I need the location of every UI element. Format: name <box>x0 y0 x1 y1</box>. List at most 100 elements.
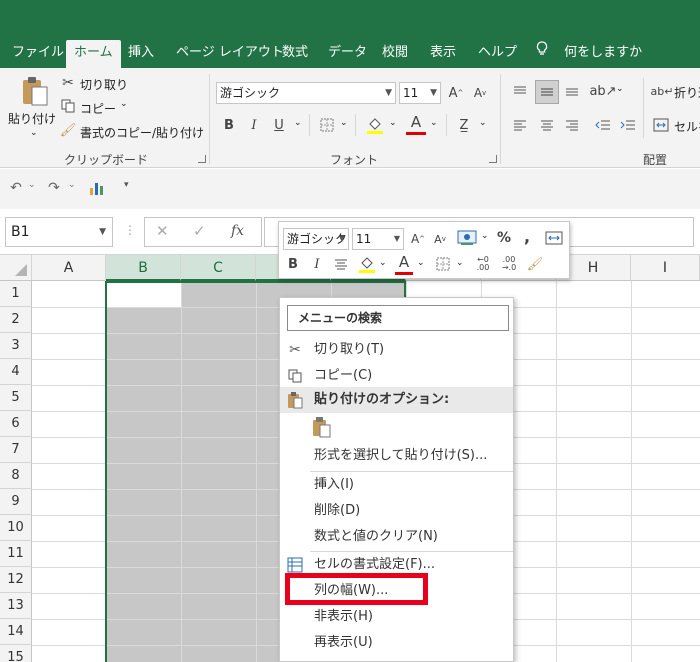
decrease-font-icon[interactable]: Av <box>432 230 448 248</box>
align-bottom-icon[interactable] <box>563 82 581 100</box>
menu-search-box[interactable]: メニューの検索 <box>287 305 509 331</box>
number-format-icon[interactable] <box>456 228 478 248</box>
mini-bold-button[interactable]: B <box>286 255 300 273</box>
tab-formulas[interactable]: 数式 <box>282 40 308 68</box>
align-top-icon[interactable] <box>511 82 529 100</box>
italic-button[interactable]: I <box>246 116 262 134</box>
insert-function-icon[interactable]: fx <box>231 223 244 239</box>
menu-item-cut[interactable]: ✂ 切り取り(T) <box>280 337 513 363</box>
font-color-dropdown-chevron-icon[interactable]: ⌄ <box>430 118 438 128</box>
row-header[interactable]: 10 <box>0 515 32 541</box>
row-header[interactable]: 14 <box>0 619 32 645</box>
row-header[interactable]: 7 <box>0 437 32 463</box>
mini-font-name-combo[interactable]: 游ゴシック ▼ <box>283 228 349 250</box>
mini-fill-color-icon[interactable] <box>357 253 377 275</box>
wrap-text-button[interactable]: 折り返 <box>674 84 700 101</box>
increase-indent-icon[interactable] <box>619 116 637 134</box>
align-left-icon[interactable] <box>511 116 529 134</box>
column-header-a[interactable]: A <box>32 255 106 281</box>
align-center-icon[interactable] <box>538 116 556 134</box>
increase-decimal-icon[interactable]: ←0.00 <box>473 255 493 273</box>
menu-item-paste-special[interactable]: 形式を選択して貼り付け(S)... <box>280 443 513 469</box>
decrease-indent-icon[interactable] <box>594 116 612 134</box>
undo-icon[interactable]: ↶ <box>8 180 24 196</box>
clipboard-launcher-icon[interactable] <box>198 155 206 163</box>
select-all-corner[interactable] <box>0 255 32 281</box>
font-name-combo[interactable]: 游ゴシック ▼ <box>216 82 396 104</box>
paste-button[interactable]: 貼り付け <box>8 110 56 127</box>
paste-dropdown-chevron-icon[interactable]: ⌄ <box>30 128 38 138</box>
mini-align-center-icon[interactable] <box>332 255 350 273</box>
align-middle-icon[interactable] <box>535 80 559 104</box>
font-color-icon[interactable]: A <box>406 112 426 132</box>
orientation-dropdown-chevron-icon[interactable]: ⌄ <box>616 84 624 94</box>
mini-fill-color-chevron-icon[interactable]: ⌄ <box>379 258 387 268</box>
menu-item-insert[interactable]: 挿入(I) <box>280 472 513 498</box>
font-size-combo[interactable]: 11 ▼ <box>399 82 441 104</box>
tab-review[interactable]: 校閲 <box>382 40 408 68</box>
fill-color-dropdown-chevron-icon[interactable]: ⌄ <box>389 118 397 128</box>
mini-font-color-icon[interactable]: A <box>395 252 413 272</box>
row-header[interactable]: 9 <box>0 489 32 515</box>
merge-cells-button[interactable]: セルを <box>674 118 700 135</box>
redo-icon[interactable]: ↷ <box>46 180 62 196</box>
decrease-decimal-icon[interactable]: .00 →.0 <box>499 255 519 273</box>
mini-font-size-combo[interactable]: 11 ▼ <box>352 228 404 250</box>
borders-icon[interactable] <box>318 116 336 134</box>
mini-font-color-chevron-icon[interactable]: ⌄ <box>417 258 425 268</box>
name-box[interactable]: B1 ▼ <box>5 217 113 247</box>
align-right-icon[interactable] <box>563 116 581 134</box>
row-header[interactable]: 11 <box>0 541 32 567</box>
mini-borders-icon[interactable] <box>434 255 452 273</box>
customize-qat-chevron-icon[interactable]: ▾ <box>124 180 129 190</box>
tab-insert[interactable]: 挿入 <box>128 40 154 68</box>
column-header-b[interactable]: B <box>106 255 181 281</box>
undo-dropdown-chevron-icon[interactable]: ⌄ <box>28 180 36 190</box>
splitter-dots-icon[interactable]: ⋮ <box>124 223 136 237</box>
row-header[interactable]: 5 <box>0 385 32 411</box>
tab-home[interactable]: ホーム <box>66 40 121 68</box>
tab-page-layout[interactable]: ページ レイアウト <box>176 40 284 68</box>
underline-button[interactable]: U <box>271 116 287 134</box>
paste-option-button[interactable] <box>312 416 334 440</box>
number-format-chevron-icon[interactable]: ⌄ <box>481 231 489 241</box>
cut-button[interactable]: 切り取り <box>80 76 128 93</box>
copy-button[interactable]: コピー <box>80 100 116 117</box>
enter-check-icon[interactable]: ✓ <box>193 222 206 240</box>
comma-style-button[interactable]: , <box>521 227 533 246</box>
row-header[interactable]: 1 <box>0 281 32 307</box>
menu-item-clear-contents[interactable]: 数式と値のクリア(N) <box>280 524 513 550</box>
tab-file[interactable]: ファイル <box>12 40 64 68</box>
tab-view[interactable]: 表示 <box>430 40 456 68</box>
row-header[interactable]: 15 <box>0 645 32 662</box>
tab-data[interactable]: データ <box>328 40 367 68</box>
borders-dropdown-chevron-icon[interactable]: ⌄ <box>340 118 348 128</box>
bold-button[interactable]: B <box>221 116 237 134</box>
underline-dropdown-chevron-icon[interactable]: ⌄ <box>294 118 302 128</box>
mini-italic-button[interactable]: I <box>310 255 324 273</box>
row-header[interactable]: 12 <box>0 567 32 593</box>
row-header[interactable]: 8 <box>0 463 32 489</box>
format-painter-button[interactable]: 書式のコピー/貼り付け <box>80 124 204 141</box>
row-header[interactable]: 6 <box>0 411 32 437</box>
mini-borders-chevron-icon[interactable]: ⌄ <box>456 258 464 268</box>
row-header[interactable]: 3 <box>0 333 32 359</box>
increase-font-icon[interactable]: A ^ <box>410 230 426 248</box>
font-launcher-icon[interactable] <box>489 155 497 163</box>
menu-item-unhide[interactable]: 再表示(U) <box>280 630 513 656</box>
orientation-icon[interactable]: ab↗ <box>589 82 616 100</box>
chart-icon[interactable] <box>88 179 106 197</box>
tell-me-box[interactable]: 何をしますか <box>536 40 642 68</box>
increase-font-icon[interactable]: A ^ <box>447 84 465 102</box>
menu-item-hide[interactable]: 非表示(H) <box>280 604 513 630</box>
row-header[interactable]: 13 <box>0 593 32 619</box>
menu-item-delete[interactable]: 削除(D) <box>280 498 513 524</box>
column-header-c[interactable]: C <box>181 255 256 281</box>
phonetic-dropdown-chevron-icon[interactable]: ⌄ <box>479 118 487 128</box>
decrease-font-icon[interactable]: Av <box>471 84 489 102</box>
paste-icon[interactable] <box>20 74 50 108</box>
column-header-i[interactable]: I <box>631 255 700 281</box>
merge-center-icon[interactable] <box>544 229 564 247</box>
tab-help[interactable]: ヘルプ <box>478 40 517 68</box>
mini-format-painter-icon[interactable]: 🖌 <box>526 255 544 273</box>
